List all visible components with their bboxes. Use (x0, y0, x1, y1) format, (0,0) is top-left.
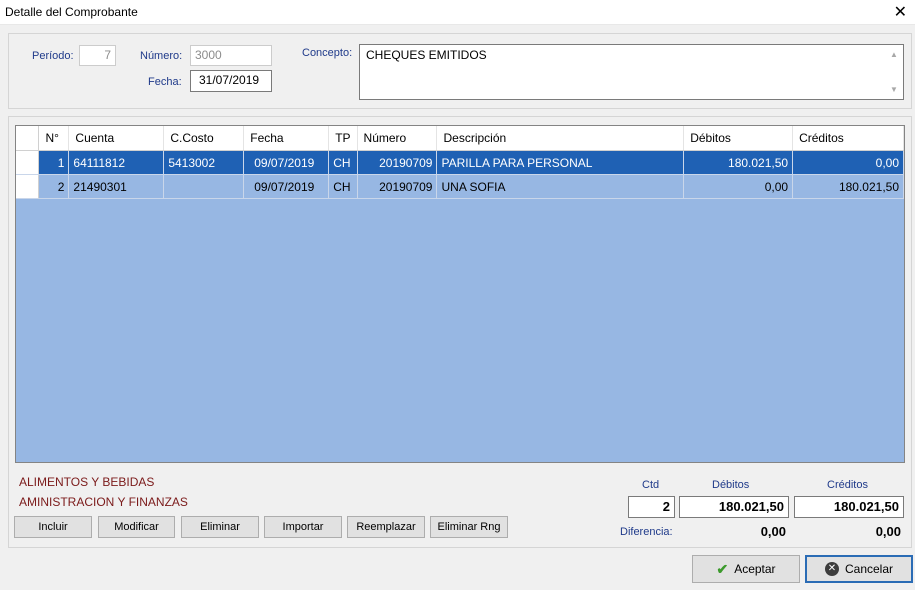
col-header-n[interactable]: N° (38, 126, 70, 151)
diferencia-label: Diferencia: (620, 526, 673, 538)
table-row[interactable]: 2 21490301 09/07/2019 CH 20190709 UNA SO… (16, 174, 904, 199)
cancel-icon: ✕ (824, 562, 839, 576)
concepto-scrollbar[interactable]: ▲ ▼ (887, 46, 902, 98)
cell-tp[interactable]: CH (328, 174, 358, 199)
cell-ccosto[interactable] (163, 174, 245, 199)
cell-descripcion[interactable]: UNA SOFIA (436, 174, 685, 199)
eliminar-rng-button[interactable]: Eliminar Rng (430, 516, 508, 538)
scroll-up-icon[interactable]: ▲ (890, 50, 898, 59)
col-header-debitos[interactable]: Débitos (683, 126, 794, 151)
window-title: Detalle del Comprobante (5, 5, 138, 19)
close-icon[interactable]: ✕ (894, 2, 907, 22)
title-bar: Detalle del Comprobante ✕ (0, 0, 915, 24)
cell-tp[interactable]: CH (328, 150, 358, 175)
row-indicator[interactable] (16, 174, 40, 199)
cancelar-button[interactable]: ✕ Cancelar (805, 555, 913, 583)
concepto-textarea[interactable]: CHEQUES EMITIDOS ▲ ▼ (359, 44, 904, 100)
cancelar-label: Cancelar (844, 562, 894, 576)
importar-button[interactable]: Importar (264, 516, 342, 538)
cell-n[interactable]: 1 (38, 150, 70, 175)
cell-numero[interactable]: 20190709 (357, 174, 438, 199)
periodo-field[interactable]: 7 (79, 45, 116, 66)
fecha-label: Fecha: (148, 76, 182, 88)
col-header-creditos[interactable]: Créditos (792, 126, 904, 151)
cell-debitos[interactable]: 180.021,50 (683, 150, 794, 175)
row-pointer-icon[interactable]: ▶ (16, 150, 40, 175)
eliminar-button[interactable]: Eliminar (181, 516, 259, 538)
cell-fecha[interactable]: 09/07/2019 (243, 174, 330, 199)
periodo-label: Período: (32, 50, 74, 62)
header-indicator (16, 126, 40, 151)
aceptar-button[interactable]: ✔ Aceptar (692, 555, 800, 583)
grid-header-row: N° Cuenta C.Costo Fecha TP Número Descri… (16, 126, 904, 151)
concepto-text: CHEQUES EMITIDOS (366, 48, 487, 62)
cell-debitos[interactable]: 0,00 (683, 174, 794, 199)
entries-table: N° Cuenta C.Costo Fecha TP Número Descri… (16, 126, 904, 199)
diferencia-debitos: 0,00 (760, 524, 786, 539)
cell-n[interactable]: 2 (38, 174, 70, 199)
col-header-fecha[interactable]: Fecha (243, 126, 330, 151)
cell-cuenta[interactable]: 64111812 (68, 150, 165, 175)
modificar-button[interactable]: Modificar (98, 516, 175, 538)
numero-field[interactable]: 3000 (190, 45, 272, 66)
col-header-numero[interactable]: Número (357, 126, 438, 151)
reemplazar-button[interactable]: Reemplazar (347, 516, 425, 538)
info-line-2: AMINISTRACION Y FINANZAS (19, 495, 188, 509)
title-divider (0, 24, 915, 25)
cell-descripcion[interactable]: PARILLA PARA PERSONAL (436, 150, 685, 175)
col-header-tp[interactable]: TP (328, 126, 358, 151)
numero-label: Número: (140, 50, 183, 62)
ctd-label: Ctd (642, 479, 660, 491)
col-header-cuenta[interactable]: Cuenta (68, 126, 165, 151)
debitos-total-field: 180.021,50 (679, 496, 789, 518)
entries-grid[interactable]: N° Cuenta C.Costo Fecha TP Número Descri… (15, 125, 905, 463)
creditos-total-field: 180.021,50 (794, 496, 904, 518)
col-header-descripcion[interactable]: Descripción (436, 126, 685, 151)
check-icon: ✔ (716, 560, 729, 577)
creditos-total-label: Créditos (827, 479, 868, 491)
col-header-ccosto[interactable]: C.Costo (163, 126, 245, 151)
cell-ccosto[interactable]: 5413002 (163, 150, 245, 175)
cell-numero[interactable]: 20190709 (357, 150, 438, 175)
cell-cuenta[interactable]: 21490301 (68, 174, 165, 199)
diferencia-creditos: 0,00 (875, 524, 901, 539)
incluir-button[interactable]: Incluir (14, 516, 92, 538)
cell-creditos[interactable]: 180.021,50 (792, 174, 904, 199)
cell-creditos[interactable]: 0,00 (792, 150, 904, 175)
scroll-down-icon[interactable]: ▼ (890, 85, 898, 94)
info-line-1: ALIMENTOS Y BEBIDAS (19, 475, 155, 489)
cell-fecha[interactable]: 09/07/2019 (243, 150, 330, 175)
fecha-field[interactable]: 31/07/2019 (190, 70, 272, 92)
aceptar-label: Aceptar (734, 562, 776, 576)
concepto-label: Concepto: (302, 47, 353, 59)
table-row[interactable]: ▶ 1 64111812 5413002 09/07/2019 CH 20190… (16, 150, 904, 175)
ctd-field: 2 (628, 496, 675, 518)
debitos-total-label: Débitos (712, 479, 750, 491)
